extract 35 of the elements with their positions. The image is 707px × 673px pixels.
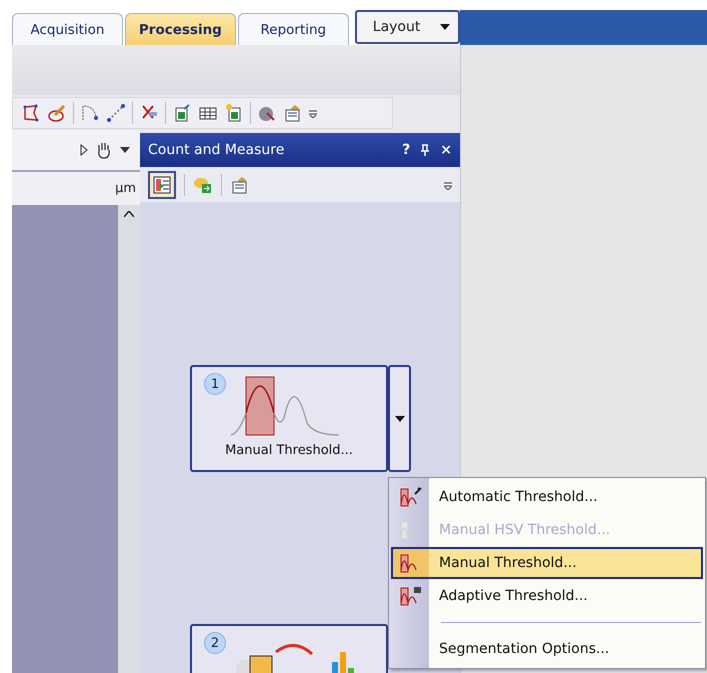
step-card[interactable]: 2	[190, 624, 388, 673]
menu-item[interactable]: Adaptive Threshold...	[391, 580, 703, 612]
scrollbar[interactable]	[118, 205, 140, 673]
overflow-icon[interactable]	[444, 180, 452, 190]
step-number: 1	[204, 373, 226, 395]
ribbon-tab[interactable]: Acquisition	[12, 13, 123, 45]
layout-dropdown[interactable]: Layout	[354, 10, 460, 44]
layout-icon	[152, 174, 172, 194]
caret-icon	[394, 416, 404, 422]
caret-icon	[440, 24, 450, 30]
step-label: Manual Threshold...	[225, 443, 353, 458]
play-icon[interactable]	[80, 144, 88, 156]
threshold-icon	[399, 486, 423, 508]
menu-item[interactable]: Manual Threshold...	[391, 547, 703, 579]
line-icon[interactable]	[106, 102, 126, 122]
layout-tool-button[interactable]	[148, 170, 176, 198]
close-button[interactable]: ×	[440, 142, 452, 158]
step-number: 2	[204, 632, 226, 654]
overflow-icon[interactable]	[309, 108, 317, 118]
step-card[interactable]: 1 Manual Threshold...	[190, 365, 388, 472]
threshold-icon	[399, 585, 423, 607]
curve-icon[interactable]	[80, 102, 100, 122]
polygon-icon[interactable]	[21, 102, 41, 122]
unit-label: µm	[115, 181, 136, 196]
help-button[interactable]: ?	[402, 142, 410, 158]
panel-title: Count and Measure	[148, 142, 286, 158]
ribbon-tab[interactable]: Reporting	[238, 13, 349, 45]
menu-item[interactable]: Segmentation Options...	[391, 633, 703, 665]
dropdown-button[interactable]	[388, 365, 411, 472]
ribbon-tab[interactable]: Processing	[124, 13, 236, 45]
caret-icon[interactable]	[120, 147, 130, 153]
pin-icon[interactable]	[420, 144, 430, 156]
menu-item[interactable]: Automatic Threshold...	[391, 481, 703, 513]
scroll-up-icon[interactable]	[124, 211, 134, 217]
pencil-icon[interactable]	[47, 102, 67, 122]
